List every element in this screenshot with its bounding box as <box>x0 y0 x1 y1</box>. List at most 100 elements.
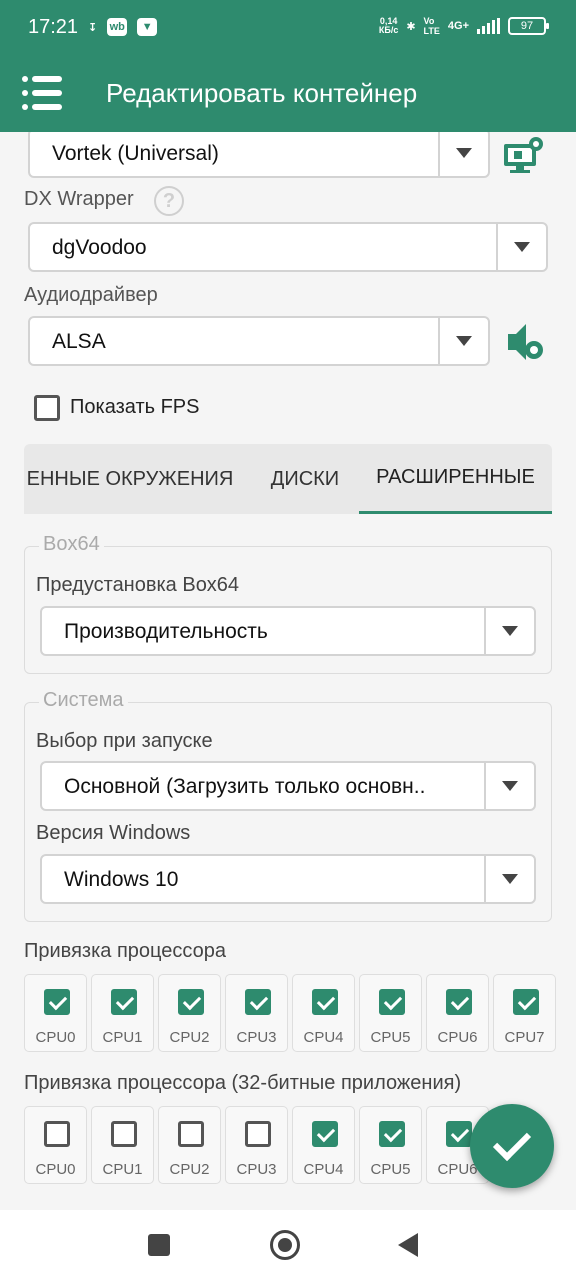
cpu-label: CPU7 <box>504 1029 545 1046</box>
back-icon[interactable] <box>398 1233 418 1257</box>
cpu-cell[interactable]: CPU5 <box>359 1106 422 1184</box>
cpu-label: CPU3 <box>236 1161 277 1178</box>
cpu-label: CPU5 <box>370 1161 411 1178</box>
dx-wrapper-select[interactable]: dgVoodoo <box>28 222 548 272</box>
cpu-label: CPU1 <box>102 1161 143 1178</box>
cpu-cell[interactable]: CPU6 <box>426 974 489 1052</box>
box64-group-title: Box64 <box>39 533 104 556</box>
show-fps-checkbox[interactable] <box>34 395 60 421</box>
bluetooth-icon: ✱ <box>406 20 416 33</box>
cpu3-checkbox[interactable] <box>245 989 271 1015</box>
cpu7-checkbox[interactable] <box>513 989 539 1015</box>
audio-driver-value: ALSA <box>52 330 106 353</box>
select-divider <box>438 318 440 364</box>
system-group-title: Система <box>39 689 128 712</box>
windows-version-label: Версия Windows <box>36 822 191 844</box>
cpu-cell[interactable]: CPU7 <box>493 974 556 1052</box>
cpu-affinity-32-label: Привязка процессора (32-битные приложени… <box>24 1072 462 1094</box>
save-button[interactable] <box>470 1104 554 1188</box>
tab-advanced[interactable]: РАСШИРЕННЫЕ <box>359 444 552 514</box>
cpu-cell[interactable]: CPU3 <box>225 1106 288 1184</box>
cpu3-32-checkbox[interactable] <box>245 1121 271 1147</box>
system-nav-bar <box>0 1210 576 1280</box>
cpu-label: CPU0 <box>35 1029 76 1046</box>
volte-icon: Vo LTE <box>423 16 440 36</box>
tab-drives[interactable]: ДИСКИ <box>256 444 354 514</box>
cpu-cell[interactable]: CPU2 <box>158 1106 221 1184</box>
windows-version-select[interactable]: Windows 10 <box>40 854 536 904</box>
dx-wrapper-label: DX Wrapper <box>24 188 134 210</box>
monitor-gear-icon[interactable] <box>502 134 546 176</box>
cpu-affinity-grid: CPU0 CPU1 CPU2 CPU3 CPU4 CPU5 CPU6 CPU7 <box>24 974 556 1052</box>
app-bar: Редактировать контейнер <box>0 58 576 132</box>
cpu-affinity-label: Привязка процессора <box>24 940 226 962</box>
cpu1-checkbox[interactable] <box>111 989 137 1015</box>
cpu1-32-checkbox[interactable] <box>111 1121 137 1147</box>
box64-preset-value: Производительность <box>64 620 268 643</box>
check-icon <box>492 1122 532 1162</box>
status-time: 17:21 <box>28 16 79 38</box>
cpu-label: CPU1 <box>102 1029 143 1046</box>
graphics-driver-value: Vortek (Universal) <box>52 142 219 165</box>
select-divider <box>496 224 498 270</box>
network-type: 4G+ <box>447 20 469 32</box>
cpu4-32-checkbox[interactable] <box>312 1121 338 1147</box>
startup-selection-label: Выбор при запуске <box>36 730 213 752</box>
box64-preset-select[interactable]: Производительность <box>40 606 536 656</box>
show-fps-label: Показать FPS <box>70 396 200 418</box>
page-title: Редактировать контейнер <box>106 78 418 108</box>
speaker-gear-icon[interactable] <box>504 322 546 362</box>
graphics-driver-select[interactable]: Vortek (Universal) <box>28 132 490 178</box>
select-divider <box>484 856 486 902</box>
startup-selection-select[interactable]: Основной (Загрузить только основн.. <box>40 761 536 811</box>
cpu-label: CPU4 <box>303 1161 344 1178</box>
home-icon[interactable] <box>270 1230 300 1260</box>
signal-icon <box>477 18 500 34</box>
chevron-down-icon <box>502 781 518 791</box>
cpu2-checkbox[interactable] <box>178 989 204 1015</box>
cpu-label: CPU6 <box>437 1029 478 1046</box>
cpu-cell[interactable]: CPU0 <box>24 974 87 1052</box>
cpu-cell[interactable]: CPU4 <box>292 974 355 1052</box>
battery-level: 97 <box>520 20 534 32</box>
startup-selection-value: Основной (Загрузить только основн.. <box>64 775 426 798</box>
content-scroll[interactable]: Vortek (Universal) DX Wrapper ? dgVoodoo… <box>0 132 576 1210</box>
cpu2-32-checkbox[interactable] <box>178 1121 204 1147</box>
cpu-cell[interactable]: CPU0 <box>24 1106 87 1184</box>
cpu5-checkbox[interactable] <box>379 989 405 1015</box>
wb-app-icon: wb <box>107 18 128 36</box>
cpu-cell[interactable]: CPU5 <box>359 974 422 1052</box>
dx-wrapper-value: dgVoodoo <box>52 236 147 259</box>
cpu5-32-checkbox[interactable] <box>379 1121 405 1147</box>
cpu-cell[interactable]: CPU1 <box>91 974 154 1052</box>
battery-icon: 97 <box>508 17 549 35</box>
cpu6-checkbox[interactable] <box>446 989 472 1015</box>
cpu6-32-checkbox[interactable] <box>446 1121 472 1147</box>
cpu-cell[interactable]: CPU2 <box>158 974 221 1052</box>
chevron-down-icon <box>502 874 518 884</box>
cpu-label: CPU2 <box>169 1161 210 1178</box>
windows-version-value: Windows 10 <box>64 868 179 891</box>
help-icon[interactable]: ? <box>154 186 184 216</box>
cpu-cell[interactable]: CPU4 <box>292 1106 355 1184</box>
menu-icon[interactable] <box>22 76 62 110</box>
cpu-affinity-32-grid: CPU0 CPU1 CPU2 CPU3 CPU4 CPU5 CPU6 <box>24 1106 489 1184</box>
audio-driver-label: Аудиодрайвер <box>24 284 158 306</box>
cpu4-checkbox[interactable] <box>312 989 338 1015</box>
cpu-label: CPU0 <box>35 1161 76 1178</box>
cpu-cell[interactable]: CPU1 <box>91 1106 154 1184</box>
select-divider <box>484 763 486 809</box>
tab-environment[interactable]: ЕННЫЕ ОКРУЖЕНИЯ <box>24 444 242 514</box>
audio-driver-select[interactable]: ALSA <box>28 316 490 366</box>
shield-app-icon: ▼ <box>137 18 158 36</box>
cpu-label: CPU3 <box>236 1029 277 1046</box>
recents-icon[interactable] <box>148 1234 170 1256</box>
cpu-label: CPU4 <box>303 1029 344 1046</box>
chevron-down-icon <box>456 148 472 158</box>
cpu0-checkbox[interactable] <box>44 989 70 1015</box>
cpu-cell[interactable]: CPU3 <box>225 974 288 1052</box>
status-bar: 17:21 ↧ wb ▼ 0,14 КБ/с ✱ Vo LTE 4G+ 97 <box>0 0 576 58</box>
cpu0-32-checkbox[interactable] <box>44 1121 70 1147</box>
select-divider <box>484 608 486 654</box>
select-divider <box>438 132 440 176</box>
